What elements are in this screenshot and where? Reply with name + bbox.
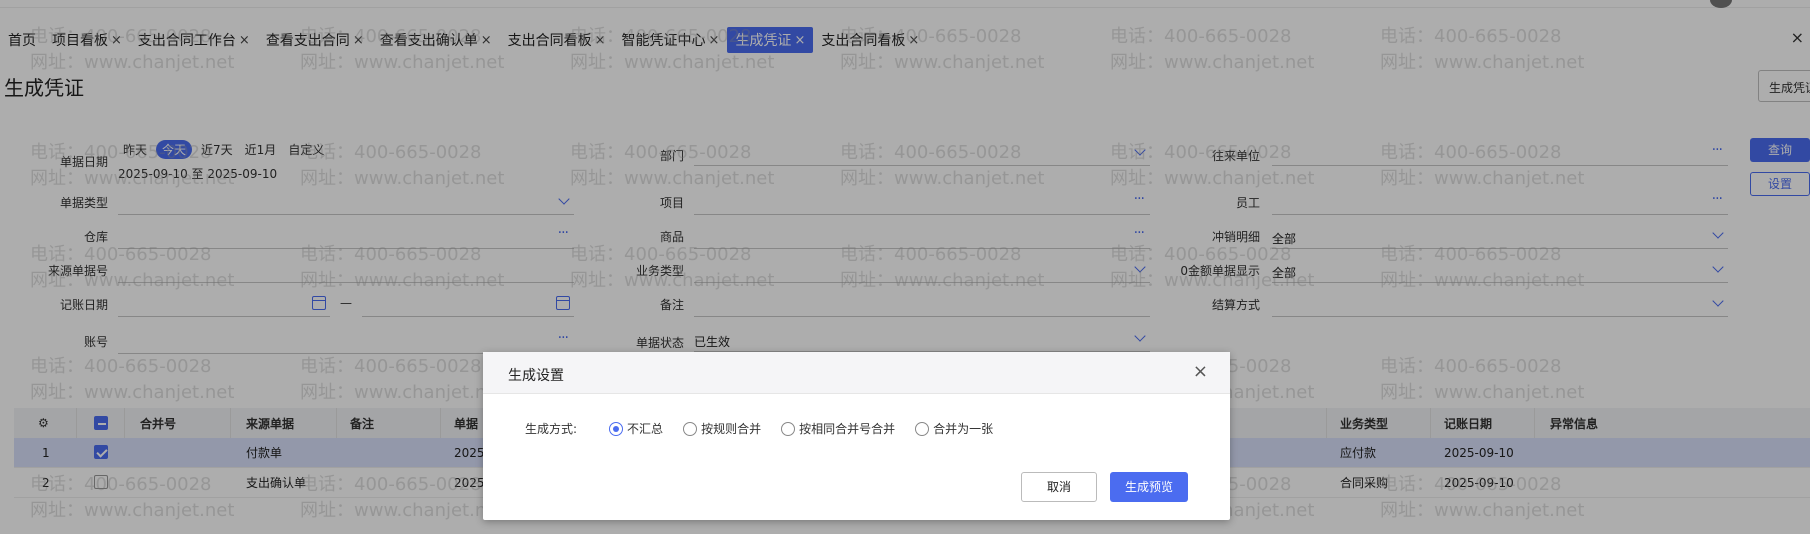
generate-preview-button[interactable]: 生成预览 [1110, 472, 1188, 502]
generate-method-label: 生成方式: [525, 422, 578, 436]
radio-label: 合并为一张 [933, 422, 994, 436]
generate-method-option[interactable]: 按相同合并号合并 [781, 420, 895, 437]
dialog-title: 生成设置 [508, 368, 564, 384]
cancel-button[interactable]: 取消 [1021, 472, 1097, 502]
generate-method-option[interactable]: 合并为一张 [915, 420, 993, 437]
generate-method-radio-group: 不汇总 按规则合并 按相同合并号合并 合并为一张 [609, 420, 1013, 437]
dialog-header: 生成设置 × [483, 352, 1230, 394]
generate-method-option[interactable]: 按规则合并 [683, 420, 761, 437]
radio-icon[interactable] [915, 421, 930, 436]
radio-icon[interactable] [683, 421, 698, 436]
radio-icon[interactable] [609, 421, 624, 436]
close-icon[interactable]: × [1193, 361, 1208, 382]
radio-label: 按相同合并号合并 [799, 422, 896, 436]
generate-method-row: 生成方式: 不汇总 按规则合并 按相同合并号合并 合并为一张 [525, 420, 1013, 437]
generate-method-option[interactable]: 不汇总 [609, 420, 663, 437]
radio-label: 按规则合并 [701, 422, 762, 436]
radio-label: 不汇总 [627, 422, 664, 436]
radio-icon[interactable] [781, 421, 796, 436]
generate-settings-dialog: 生成设置 × 生成方式: 不汇总 按规则合并 按相同合并号合并 合并为一张 取消 生成… [483, 352, 1230, 520]
